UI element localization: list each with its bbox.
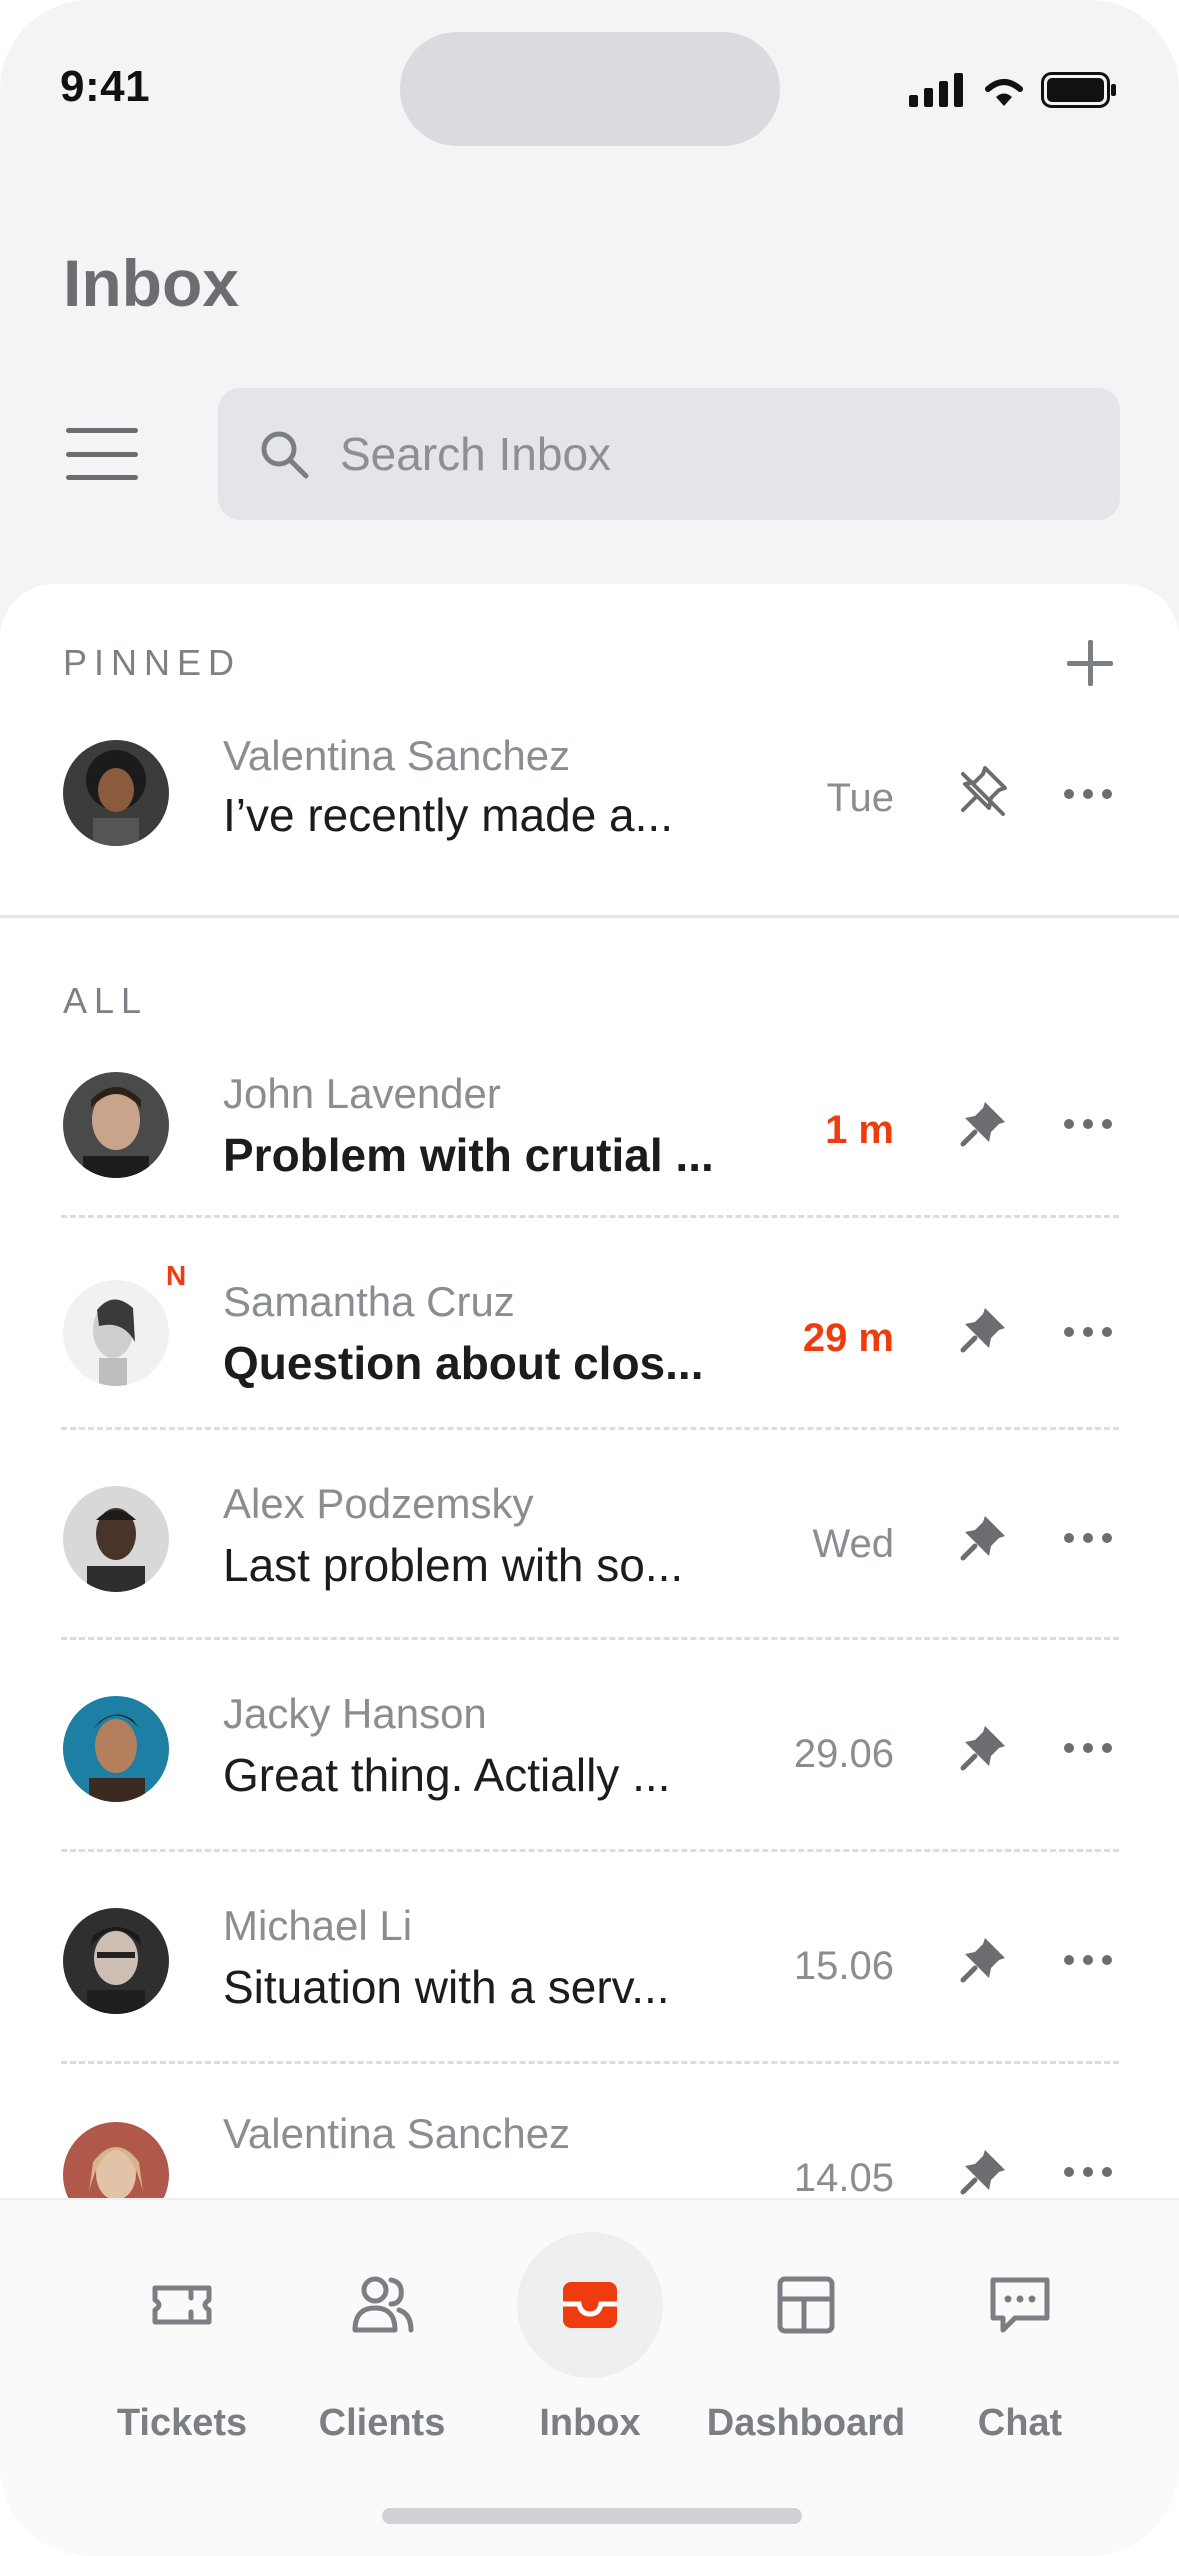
status-time: 9:41	[60, 62, 151, 111]
dynamic-island	[400, 32, 780, 146]
more-options-button[interactable]	[1064, 2164, 1112, 2180]
conversation-row[interactable]: N Samantha Cruz Question about clos... 2…	[0, 1218, 1179, 1430]
dashboard-icon	[777, 2276, 835, 2334]
more-options-button[interactable]	[1064, 1530, 1112, 1546]
pin-icon[interactable]	[955, 1932, 1011, 1988]
more-options-button[interactable]	[1064, 1324, 1112, 1340]
more-options-button[interactable]	[1064, 1116, 1112, 1132]
tab-dashboard[interactable]: Dashboard	[706, 2230, 906, 2460]
pinned-divider	[0, 915, 1179, 918]
pin-icon[interactable]	[955, 1510, 1011, 1566]
ticket-icon	[152, 2285, 212, 2325]
contact-name: Jacky Hanson	[223, 1690, 487, 1737]
avatar	[63, 1908, 169, 2014]
tab-label: Tickets	[116, 2402, 248, 2444]
add-pinned-button[interactable]	[1067, 640, 1113, 686]
new-badge: N	[166, 1260, 187, 1291]
avatar	[63, 1072, 169, 1178]
avatar	[63, 1280, 169, 1386]
chat-icon	[990, 2277, 1050, 2333]
contact-name: Valentina Sanchez	[223, 2110, 571, 2157]
tab-inbox[interactable]: Inbox	[490, 2230, 690, 2460]
more-options-button[interactable]	[1064, 786, 1112, 802]
menu-icon	[66, 428, 138, 433]
pinned-conversation-row[interactable]: Valentina Sanchez I’ve recently made a..…	[0, 694, 1179, 864]
conversation-row[interactable]: John Lavender Problem with crutial ... 1…	[0, 1004, 1179, 1218]
contact-name: Valentina Sanchez	[223, 732, 571, 779]
message-preview: Situation with a serv...	[223, 1961, 670, 2013]
message-time: 14.05	[793, 2156, 894, 2200]
more-options-button[interactable]	[1064, 1952, 1112, 1968]
menu-button[interactable]	[66, 428, 138, 480]
search-input[interactable]	[340, 427, 1040, 481]
inbox-screen: 9:41 Inbox PINNED	[0, 0, 1179, 2556]
page-title: Inbox	[63, 246, 239, 320]
contact-name: John Lavender	[223, 1070, 501, 1117]
tab-tickets[interactable]: Tickets	[82, 2230, 282, 2460]
conversation-row[interactable]: Alex Podzemsky Last problem with so... W…	[0, 1430, 1179, 1640]
tab-clients[interactable]: Clients	[282, 2230, 482, 2460]
home-indicator	[382, 2508, 802, 2524]
message-preview: Question about clos...	[223, 1337, 704, 1389]
tab-bar: Tickets Clients Inbox Dashboard Chat	[0, 2198, 1179, 2556]
pin-icon[interactable]	[955, 1096, 1011, 1152]
message-time: 29 m	[802, 1316, 894, 1360]
message-time: Wed	[812, 1522, 894, 1566]
avatar	[63, 1486, 169, 1592]
pinned-section-label: PINNED	[63, 642, 242, 683]
contact-name: Michael Li	[223, 1902, 413, 1949]
tab-chat[interactable]: Chat	[920, 2230, 1120, 2460]
message-time: 29.06	[793, 1732, 894, 1776]
message-preview: Last problem with so...	[223, 1539, 684, 1591]
battery-icon	[1041, 72, 1116, 108]
pin-icon[interactable]	[955, 2144, 1011, 2200]
conversation-row[interactable]: Jacky Hanson Great thing. Actially ... 2…	[0, 1640, 1179, 1852]
tab-label: Clients	[318, 2402, 446, 2444]
tab-label: Inbox	[539, 2402, 641, 2444]
contact-name: Alex Podzemsky	[223, 1480, 534, 1527]
message-time: Tue	[826, 776, 894, 820]
signal-icon	[909, 73, 963, 107]
tab-label: Chat	[977, 2402, 1063, 2444]
contact-name: Samantha Cruz	[223, 1278, 515, 1325]
search-icon	[261, 431, 309, 479]
tab-label: Dashboard	[706, 2402, 906, 2444]
message-time: 1 m	[825, 1108, 894, 1152]
wifi-icon	[985, 79, 1023, 106]
avatar	[63, 740, 169, 846]
more-options-button[interactable]	[1064, 1740, 1112, 1756]
users-icon	[352, 2276, 414, 2333]
avatar	[63, 1696, 169, 1802]
pin-icon[interactable]	[955, 1302, 1011, 1358]
message-preview: I’ve recently made a...	[223, 789, 673, 841]
message-preview: Problem with crutial ...	[223, 1129, 714, 1181]
search-bar[interactable]	[218, 388, 1120, 520]
conversation-row[interactable]: Michael Li Situation with a serv... 15.0…	[0, 1852, 1179, 2064]
unpin-icon[interactable]	[955, 762, 1011, 818]
pin-icon[interactable]	[955, 1720, 1011, 1776]
message-preview: Great thing. Actially ...	[223, 1749, 671, 1801]
inbox-icon	[563, 2282, 617, 2328]
message-time: 15.06	[793, 1944, 894, 1988]
status-icons	[909, 72, 1117, 108]
